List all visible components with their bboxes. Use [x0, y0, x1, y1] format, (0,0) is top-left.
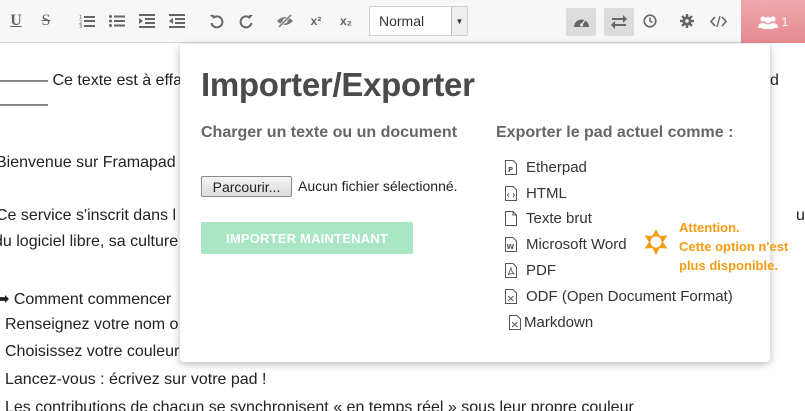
undo-button[interactable] [206, 10, 226, 32]
pad-line: Choisissez votre couleur [5, 343, 180, 360]
svg-text:3: 3 [79, 24, 82, 28]
export-word-link[interactable]: W Microsoft Word [505, 236, 627, 253]
deprecation-annotation: Attention. Cette option n'est plus dispo… [679, 218, 788, 275]
pad-line: u [796, 207, 805, 224]
history-button[interactable] [640, 10, 660, 32]
import-heading: Charger un texte ou un document [201, 124, 458, 141]
pad-line: Les contributions de chacun se synchroni… [5, 399, 634, 411]
clear-authorship-button[interactable] [274, 10, 296, 32]
file-status-text: Aucun fichier sélectionné. [298, 178, 458, 194]
word-file-icon: W [505, 237, 517, 252]
clock-icon [643, 14, 657, 28]
export-plain-text-link[interactable]: Texte brut [505, 210, 592, 227]
users-button[interactable]: 1 [741, 0, 805, 43]
settings-button[interactable] [677, 10, 697, 32]
outdent-icon [169, 14, 185, 28]
ordered-list-button[interactable]: 123 [77, 10, 97, 32]
export-item-label: PDF [526, 262, 556, 279]
export-item-label: Texte brut [526, 210, 592, 227]
gear-icon [680, 14, 694, 28]
undo-icon [209, 14, 223, 28]
subscript-button[interactable]: x₂ [336, 10, 356, 32]
redo-button[interactable] [236, 10, 256, 32]
bullet-list-button[interactable] [107, 10, 127, 32]
pad-line: Ce service s'inscrit dans l [0, 207, 176, 224]
export-item-label: Markdown [524, 314, 594, 331]
pdf-file-icon [505, 263, 517, 278]
dropdown-arrow-icon: ▼ [451, 7, 467, 35]
warning-star-icon [644, 229, 668, 255]
indent-button[interactable] [137, 10, 157, 32]
editor-toolbar: U S 123 x² x₂ Normal ▼ 1 [0, 0, 805, 43]
annotation-line: Attention. [679, 220, 740, 235]
ordered-list-icon: 123 [79, 15, 95, 28]
import-export-popup: Importer/Exporter Charger un texte ou un… [180, 44, 770, 362]
text-file-icon [505, 211, 517, 226]
eye-slash-icon [277, 14, 293, 28]
users-count: 1 [781, 14, 789, 29]
export-item-label: HTML [526, 185, 567, 202]
export-item-label: Microsoft Word [526, 236, 627, 253]
etherpad-file-icon: P [505, 160, 517, 175]
redo-icon [239, 14, 253, 28]
pad-line: d [770, 72, 779, 89]
dashboard-icon [573, 19, 589, 27]
pad-line: Lancez-vous : écrivez sur votre pad ! [5, 371, 267, 388]
export-html-link[interactable]: HTML [505, 185, 567, 202]
pad-line: ——— Ce texte est à effac [0, 72, 191, 89]
strikethrough-button[interactable]: S [37, 10, 55, 32]
pad-line: Bienvenue sur Framapad [0, 154, 176, 171]
export-heading: Exporter le pad actuel comme : [496, 124, 734, 141]
export-etherpad-link[interactable]: P Etherpad [505, 159, 587, 176]
import-export-arrows-icon [611, 15, 627, 29]
dashboard-button[interactable] [566, 8, 596, 36]
browse-file-button[interactable]: Parcourir... [201, 176, 292, 197]
users-icon [757, 15, 778, 29]
export-pdf-link[interactable]: PDF [505, 262, 556, 279]
odf-file-icon [505, 289, 517, 304]
html-file-icon [505, 186, 517, 201]
svg-text:W: W [507, 243, 515, 251]
export-odf-link[interactable]: ODF (Open Document Format) [505, 288, 733, 305]
embed-code-button[interactable] [707, 10, 729, 32]
pad-line: ——— [0, 96, 48, 113]
export-item-label: Etherpad [526, 159, 587, 176]
pad-line: ➡ Comment commencer [0, 291, 172, 308]
bullet-list-icon [109, 15, 125, 27]
code-icon [709, 15, 727, 27]
markdown-file-icon [509, 315, 521, 330]
import-now-button[interactable]: IMPORTER MAINTENANT [201, 222, 413, 254]
indent-icon [139, 14, 155, 28]
heading-style-value: Normal [379, 13, 425, 29]
pad-line: Renseignez votre nom o [5, 316, 179, 333]
annotation-line: Cette option n'est [679, 239, 789, 254]
import-export-button[interactable] [604, 8, 634, 36]
export-item-label: ODF (Open Document Format) [526, 288, 733, 305]
svg-text:P: P [508, 166, 513, 174]
outdent-button[interactable] [167, 10, 187, 32]
heading-style-select[interactable]: Normal ▼ [369, 6, 468, 36]
annotation-line: plus disponible. [679, 258, 778, 273]
superscript-button[interactable]: x² [306, 10, 326, 32]
pad-line: du logiciel libre, sa culture [0, 233, 179, 250]
export-markdown-link[interactable]: Markdown [509, 314, 593, 331]
underline-button[interactable]: U [7, 10, 25, 32]
popup-title: Importer/Exporter [201, 66, 475, 103]
